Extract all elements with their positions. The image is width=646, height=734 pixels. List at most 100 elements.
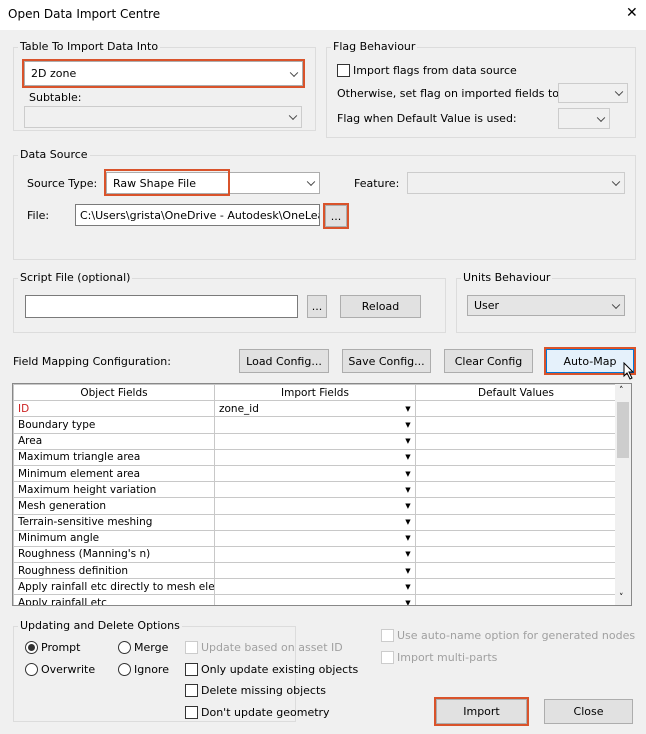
clear-config-button[interactable]: Clear Config xyxy=(444,349,533,373)
dropdown-arrow-icon[interactable]: ▼ xyxy=(401,564,415,578)
default-value-cell[interactable] xyxy=(415,448,617,466)
script-browse-button[interactable]: ... xyxy=(307,295,327,318)
delete-missing-label: Delete missing objects xyxy=(201,684,327,697)
only-existing-checkbox[interactable] xyxy=(185,663,198,676)
scroll-down-icon[interactable]: ˅ xyxy=(619,593,624,603)
table-group-label: Table To Import Data Into xyxy=(18,40,161,53)
dropdown-arrow-icon[interactable]: ▼ xyxy=(401,418,415,432)
default-value-cell[interactable] xyxy=(415,562,617,580)
object-field-cell: Boundary type xyxy=(13,416,215,434)
load-config-button[interactable]: Load Config... xyxy=(239,349,329,373)
script-file-input[interactable] xyxy=(25,295,298,318)
ignore-radio[interactable] xyxy=(118,663,131,676)
import-button[interactable]: Import xyxy=(434,697,529,726)
field-mapping-label: Field Mapping Configuration: xyxy=(13,355,171,368)
column-header-default-values[interactable]: Default Values xyxy=(415,384,617,402)
import-field-select[interactable]: ▼ xyxy=(214,432,416,450)
import-field-select[interactable]: ▼ xyxy=(214,481,416,499)
import-field-select[interactable]: ▼ xyxy=(214,513,416,531)
default-value-cell[interactable] xyxy=(415,432,617,450)
column-header-import-fields[interactable]: Import Fields xyxy=(214,384,416,402)
feature-select[interactable] xyxy=(407,172,625,194)
units-group-label: Units Behaviour xyxy=(461,271,553,284)
import-field-select[interactable]: ▼ xyxy=(214,594,416,605)
import-flags-checkbox[interactable] xyxy=(337,64,350,77)
dropdown-arrow-icon[interactable]: ▼ xyxy=(401,499,415,513)
default-value-cell[interactable] xyxy=(415,416,617,434)
table-select[interactable]: 2D zone xyxy=(22,59,305,88)
scrollbar-thumb[interactable] xyxy=(617,402,629,458)
file-input[interactable]: C:\Users\grista\OneDrive - Autodesk\OneL… xyxy=(75,204,320,226)
default-value-cell[interactable] xyxy=(415,594,617,605)
update-options-label: Updating and Delete Options xyxy=(18,619,182,632)
dropdown-arrow-icon[interactable]: ▼ xyxy=(401,466,415,480)
save-config-button[interactable]: Save Config... xyxy=(342,349,431,373)
table-row: Apply rainfall etc ▼ xyxy=(13,594,617,605)
column-header-object-fields[interactable]: Object Fields xyxy=(13,384,215,402)
dropdown-arrow-icon[interactable]: ▼ xyxy=(401,531,415,545)
multi-parts-checkbox[interactable] xyxy=(381,651,394,664)
import-field-select[interactable]: ▼ xyxy=(214,545,416,564)
chevron-down-icon xyxy=(288,111,298,121)
data-source-label: Data Source xyxy=(18,148,90,161)
subtable-select[interactable] xyxy=(24,106,302,128)
dropdown-arrow-icon[interactable]: ▼ xyxy=(401,515,415,529)
default-value-cell[interactable] xyxy=(415,529,617,547)
dropdown-arrow-icon[interactable]: ▼ xyxy=(401,580,415,594)
overwrite-label: Overwrite xyxy=(41,663,96,676)
default-value-cell[interactable] xyxy=(415,513,617,531)
import-field-select[interactable]: ▼ xyxy=(214,448,416,466)
import-field-value: zone_id xyxy=(219,402,259,415)
default-value-cell[interactable] xyxy=(415,545,617,564)
import-field-select[interactable]: ▼ xyxy=(214,578,416,596)
reload-button[interactable]: Reload xyxy=(340,295,421,318)
auto-name-checkbox[interactable] xyxy=(381,629,394,642)
scroll-up-icon[interactable]: ˄ xyxy=(619,386,624,396)
otherwise-flag-select[interactable] xyxy=(558,83,628,103)
subtable-label: Subtable: xyxy=(29,91,82,104)
merge-radio[interactable] xyxy=(118,641,131,654)
dropdown-arrow-icon[interactable]: ▼ xyxy=(401,547,415,561)
default-value-cell[interactable] xyxy=(415,464,617,483)
table-row: Roughness definition ▼ xyxy=(13,562,617,580)
overwrite-radio[interactable] xyxy=(25,663,38,676)
import-field-select[interactable]: ▼ xyxy=(214,529,416,547)
merge-label: Merge xyxy=(134,641,169,654)
asset-id-checkbox[interactable] xyxy=(185,641,198,654)
default-value-cell[interactable] xyxy=(415,578,617,596)
no-geometry-checkbox[interactable] xyxy=(185,706,198,719)
object-field-cell: Minimum angle xyxy=(13,529,215,547)
object-field-cell: Roughness (Manning's n) xyxy=(13,545,215,564)
delete-missing-checkbox[interactable] xyxy=(185,684,198,697)
object-field-cell: Mesh generation xyxy=(13,497,215,515)
vertical-scrollbar[interactable]: ˄ ˅ xyxy=(615,384,631,605)
units-select[interactable]: User xyxy=(467,295,625,316)
units-value: User xyxy=(474,299,500,312)
file-browse-button[interactable]: ... xyxy=(323,203,349,229)
default-value-cell[interactable] xyxy=(415,497,617,515)
dropdown-arrow-icon[interactable]: ▼ xyxy=(401,450,415,464)
object-field-cell: Apply rainfall etc directly to mesh elem… xyxy=(13,578,215,596)
auto-map-button[interactable]: Auto-Map xyxy=(544,347,636,375)
table-row: Boundary type ▼ xyxy=(13,416,617,434)
dropdown-arrow-icon[interactable]: ▼ xyxy=(401,483,415,497)
close-icon[interactable]: ✕ xyxy=(626,5,638,21)
dropdown-arrow-icon[interactable]: ▼ xyxy=(401,596,415,605)
default-flag-select[interactable] xyxy=(558,108,610,129)
script-group-label: Script File (optional) xyxy=(18,271,133,284)
import-field-select[interactable]: zone_id ▼ xyxy=(214,400,416,418)
prompt-radio[interactable] xyxy=(25,641,38,654)
object-field-cell: Maximum height variation xyxy=(13,481,215,499)
import-field-select[interactable]: ▼ xyxy=(214,416,416,434)
default-value-cell[interactable] xyxy=(415,400,617,418)
import-field-select[interactable]: ▼ xyxy=(214,497,416,515)
dropdown-arrow-icon[interactable]: ▼ xyxy=(401,402,415,416)
table-row: Maximum height variation ▼ xyxy=(13,481,617,499)
title-bar: Open Data Import Centre ✕ xyxy=(0,0,646,30)
close-button[interactable]: Close xyxy=(544,699,633,724)
dropdown-arrow-icon[interactable]: ▼ xyxy=(401,434,415,448)
import-field-select[interactable]: ▼ xyxy=(214,562,416,580)
default-value-cell[interactable] xyxy=(415,481,617,499)
table-row: Mesh generation ▼ xyxy=(13,497,617,515)
import-field-select[interactable]: ▼ xyxy=(214,464,416,483)
